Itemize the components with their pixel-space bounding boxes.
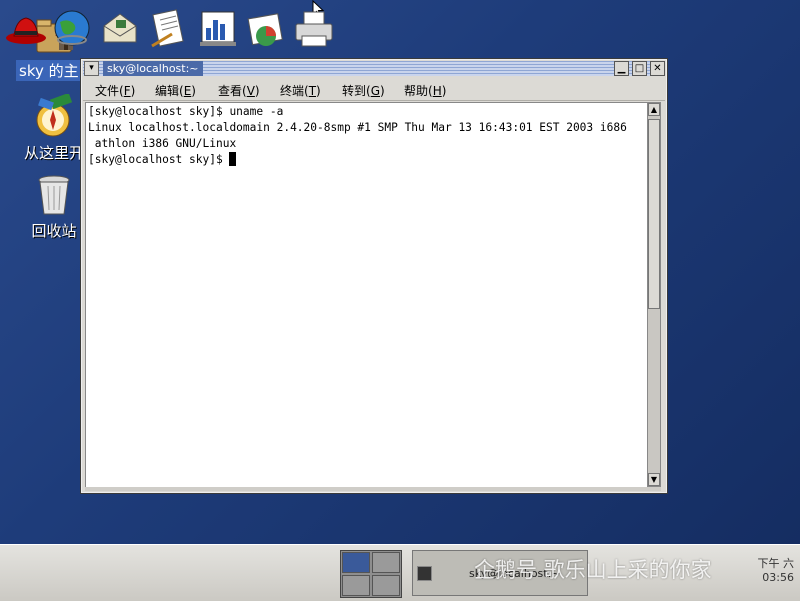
terminal-window: ▾ sky@localhost:~ ▁ □ ✕ 文件(F) 编辑(E) 查看(V… — [80, 58, 668, 494]
workspace-1[interactable] — [342, 552, 370, 573]
clock-date: 下午 六 — [757, 557, 795, 570]
start-here-icon — [36, 94, 73, 137]
menu-view[interactable]: 查看(V) — [218, 82, 260, 99]
terminal-line: athlon i386 GNU/Linux — [88, 137, 237, 150]
terminal-task-icon — [417, 566, 432, 581]
clock-time: 03:56 — [762, 571, 794, 584]
menu-terminal-key: T — [308, 84, 317, 98]
panel-clock[interactable]: 下午 六 03:56 — [758, 557, 795, 585]
vertical-scrollbar[interactable]: ▲ ▼ — [647, 102, 661, 487]
email-icon[interactable] — [98, 6, 142, 50]
menu-view-end: ) — [254, 84, 260, 98]
presentation-icon[interactable] — [196, 6, 240, 50]
menu-file-end: ) — [130, 84, 136, 98]
workspace-4[interactable] — [372, 575, 400, 596]
workspace-3[interactable] — [342, 575, 370, 596]
menu-bar: 文件(F) 编辑(E) 查看(V) 终端(T) 转到(G) 帮助(H) — [83, 78, 665, 101]
workspace-2[interactable] — [372, 552, 400, 573]
menu-go-label: 转到( — [342, 84, 371, 98]
menu-help-end: ) — [441, 84, 447, 98]
window-titlebar[interactable]: ▾ sky@localhost:~ ▁ □ ✕ — [83, 61, 665, 76]
workspace-switcher[interactable] — [340, 550, 402, 598]
desktop-icon-start-here-label: 从这里开 — [23, 144, 84, 162]
minimize-button[interactable]: ▁ — [614, 61, 629, 76]
scroll-down-arrow-icon[interactable]: ▼ — [648, 473, 660, 486]
terminal-prompt: [sky@localhost sky]$ — [88, 153, 230, 166]
menu-terminal-end: ) — [316, 84, 321, 98]
trash-icon — [38, 175, 70, 215]
menu-file-label: 文件( — [95, 84, 124, 98]
menu-terminal[interactable]: 终端(T) — [280, 82, 321, 99]
menu-file-key: F — [123, 84, 131, 98]
window-bottom-border — [85, 487, 661, 491]
terminal-output[interactable]: [sky@localhost sky]$ uname -a Linux loca… — [85, 102, 649, 489]
maximize-button[interactable]: □ — [632, 61, 647, 76]
menu-file[interactable]: 文件(F) — [95, 82, 135, 99]
window-menu-button[interactable]: ▾ — [84, 61, 99, 76]
menu-edit-label: 编辑( — [155, 84, 184, 98]
menu-view-label: 查看( — [218, 84, 247, 98]
menu-go-end: ) — [380, 84, 385, 98]
watermark-text: 企鹅号 歌乐山上采的你家 — [474, 558, 712, 582]
menu-edit[interactable]: 编辑(E) — [155, 82, 196, 99]
printer-icon[interactable] — [292, 6, 336, 50]
menu-help-label: 帮助( — [404, 84, 433, 98]
scroll-up-arrow-icon[interactable]: ▲ — [648, 103, 660, 116]
scrollbar-thumb[interactable] — [648, 119, 660, 309]
menu-go-key: G — [370, 84, 380, 98]
menu-help-key: H — [432, 84, 442, 98]
terminal-prompt-line: [sky@localhost sky]$ — [88, 152, 237, 168]
redhat-menu-icon[interactable] — [4, 6, 48, 50]
terminal-line: Linux localhost.localdomain 2.4.20-8smp … — [88, 121, 627, 134]
spreadsheet-icon[interactable] — [244, 6, 288, 50]
close-button[interactable]: ✕ — [650, 61, 665, 76]
window-title: sky@localhost:~ — [103, 61, 203, 76]
word-processor-icon[interactable] — [146, 6, 190, 50]
menu-view-key: V — [246, 84, 255, 98]
menu-edit-end: ) — [191, 84, 196, 98]
terminal-line: [sky@localhost sky]$ uname -a — [88, 105, 284, 118]
menu-help[interactable]: 帮助(H) — [404, 82, 446, 99]
web-browser-icon[interactable] — [50, 6, 94, 50]
text-cursor — [229, 152, 237, 166]
menu-go[interactable]: 转到(G) — [342, 82, 385, 99]
menu-terminal-label: 终端( — [280, 84, 309, 98]
desktop-icon-trash-label: 回收站 — [31, 222, 77, 240]
